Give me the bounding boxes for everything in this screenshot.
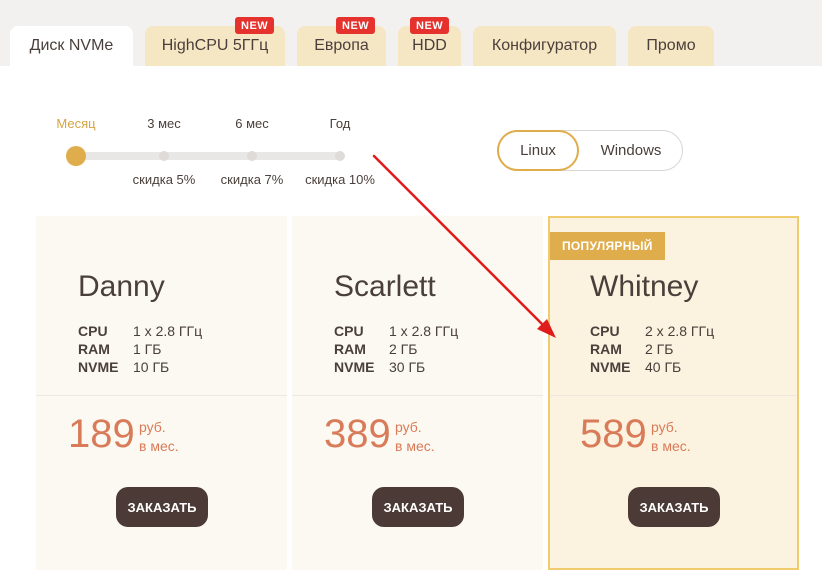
os-windows-button[interactable]: Windows bbox=[586, 130, 676, 171]
spec-key: NVME bbox=[334, 359, 375, 375]
order-button[interactable]: ЗАКАЗАТЬ bbox=[628, 487, 720, 527]
os-linux-button[interactable]: Linux bbox=[497, 130, 579, 171]
tab-configurator[interactable]: Конфигуратор bbox=[473, 26, 616, 66]
currency-label: руб. bbox=[395, 419, 422, 435]
spec-value: 40 ГБ bbox=[645, 359, 682, 375]
order-button[interactable]: ЗАКАЗАТЬ bbox=[116, 487, 208, 527]
spec-key: NVME bbox=[78, 359, 119, 375]
currency-label: руб. bbox=[651, 419, 678, 435]
new-badge: NEW bbox=[410, 17, 450, 34]
plan-name: Whitney bbox=[590, 270, 699, 303]
plan-specs: CPU 1 x 2.8 ГГц RAM 2 ГБ NVME 30 ГБ bbox=[334, 322, 458, 376]
card-divider bbox=[550, 395, 797, 396]
slider-tick[interactable] bbox=[159, 151, 169, 161]
slider-tick[interactable] bbox=[335, 151, 345, 161]
period-label: в мес. bbox=[395, 438, 435, 454]
spec-key: NVME bbox=[590, 359, 631, 375]
period-option-6m[interactable]: 6 мес bbox=[235, 116, 269, 131]
spec-key: RAM bbox=[334, 341, 366, 357]
plan-name: Scarlett bbox=[334, 270, 436, 303]
new-badge: NEW bbox=[235, 17, 275, 34]
spec-key: CPU bbox=[78, 323, 108, 339]
spec-value: 1 ГБ bbox=[133, 341, 162, 357]
new-badge: NEW bbox=[336, 17, 376, 34]
period-option-month[interactable]: Месяц bbox=[56, 116, 95, 131]
plan-name: Danny bbox=[78, 270, 165, 303]
spec-value: 10 ГБ bbox=[133, 359, 170, 375]
discount-label: скидка 5% bbox=[132, 172, 196, 187]
price-unit: руб. в мес. bbox=[139, 418, 179, 456]
spec-value: 1 x 2.8 ГГц bbox=[133, 323, 203, 339]
spec-value: 2 ГБ bbox=[389, 341, 418, 357]
discount-label: скидка 7% bbox=[220, 172, 284, 187]
spec-key: RAM bbox=[78, 341, 110, 357]
discount-label: скидка 10% bbox=[305, 172, 375, 187]
slider-tick[interactable] bbox=[247, 151, 257, 161]
period-option-year[interactable]: Год bbox=[330, 116, 351, 131]
currency-label: руб. bbox=[139, 419, 166, 435]
spec-key: CPU bbox=[334, 323, 364, 339]
plan-card-whitney: ПОПУЛЯРНЫЙ Whitney CPU 2 x 2.8 ГГц RAM 2 Г… bbox=[548, 216, 799, 570]
tab-promo[interactable]: Промо bbox=[628, 26, 714, 66]
tab-disk-nvme[interactable]: Диск NVMe bbox=[10, 26, 133, 66]
spec-value: 30 ГБ bbox=[389, 359, 426, 375]
plan-price: 389 bbox=[324, 412, 391, 456]
spec-key: RAM bbox=[590, 341, 622, 357]
order-button[interactable]: ЗАКАЗАТЬ bbox=[372, 487, 464, 527]
plan-specs: CPU 2 x 2.8 ГГц RAM 2 ГБ NVME 40 ГБ bbox=[590, 322, 714, 376]
plan-price: 589 bbox=[580, 412, 647, 456]
period-slider-handle[interactable] bbox=[66, 146, 86, 166]
card-divider bbox=[36, 395, 287, 396]
card-divider bbox=[292, 395, 543, 396]
period-label: в мес. bbox=[651, 438, 691, 454]
plan-price: 189 bbox=[68, 412, 135, 456]
plan-card-scarlett: Scarlett CPU 1 x 2.8 ГГц RAM 2 ГБ NVME 30 Г… bbox=[292, 216, 543, 570]
popular-badge: ПОПУЛЯРНЫЙ bbox=[550, 232, 665, 260]
period-label: в мес. bbox=[139, 438, 179, 454]
price-unit: руб. в мес. bbox=[395, 418, 435, 456]
plan-card-danny: Danny CPU 1 x 2.8 ГГц RAM 1 ГБ NVME 10 ГБ 1… bbox=[36, 216, 287, 570]
spec-value: 1 x 2.8 ГГц bbox=[389, 323, 459, 339]
period-slider-track[interactable] bbox=[76, 152, 344, 160]
plan-specs: CPU 1 x 2.8 ГГц RAM 1 ГБ NVME 10 ГБ bbox=[78, 322, 202, 376]
spec-value: 2 x 2.8 ГГц bbox=[645, 323, 715, 339]
period-option-3m[interactable]: 3 мес bbox=[147, 116, 181, 131]
os-toggle: Linux Windows bbox=[497, 130, 683, 171]
spec-value: 2 ГБ bbox=[645, 341, 674, 357]
spec-key: CPU bbox=[590, 323, 620, 339]
price-unit: руб. в мес. bbox=[651, 418, 691, 456]
